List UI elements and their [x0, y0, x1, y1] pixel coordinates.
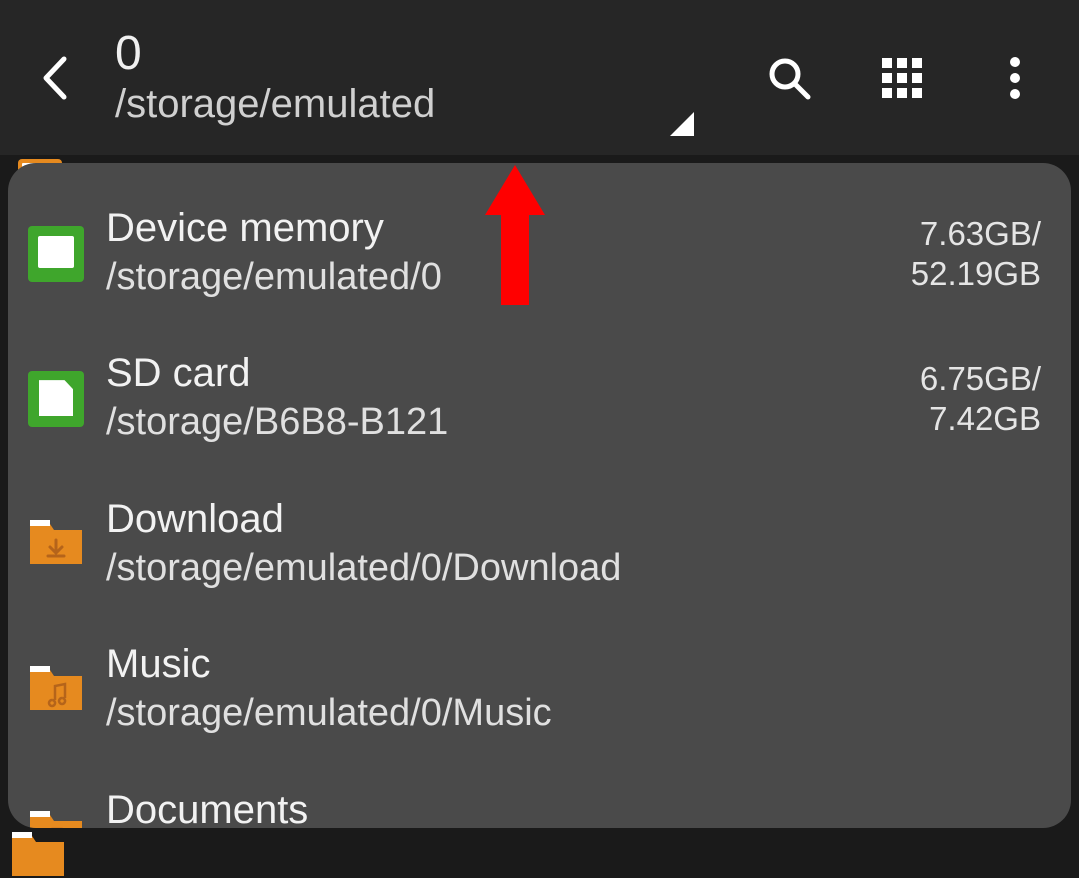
item-name: Music	[106, 641, 1051, 687]
storage-item-download[interactable]: Download /storage/emulated/0/Download	[22, 472, 1057, 617]
search-icon	[766, 55, 812, 101]
item-text: Documents /storage/emulated/0/Documents	[106, 787, 1051, 828]
storage-item-device-memory[interactable]: Device memory /storage/emulated/0 7.63GB…	[22, 181, 1057, 326]
path-dropdown[interactable]: 0 /storage/emulated	[90, 28, 765, 128]
more-menu-button[interactable]	[991, 54, 1039, 102]
item-path: /storage/B6B8-B121	[106, 398, 920, 447]
documents-folder-icon	[28, 807, 84, 828]
item-text: Device memory /storage/emulated/0	[106, 205, 911, 302]
item-size: 7.63GB/ 52.19GB	[911, 214, 1051, 293]
device-memory-icon	[28, 226, 84, 282]
storage-item-documents[interactable]: Documents /storage/emulated/0/Documents	[22, 763, 1057, 828]
item-name: SD card	[106, 350, 920, 396]
more-vert-icon	[1009, 56, 1021, 100]
storage-item-music[interactable]: Music /storage/emulated/0/Music	[22, 617, 1057, 762]
dropdown-indicator-icon	[670, 112, 694, 136]
path-subtitle: /storage/emulated	[115, 82, 765, 127]
grid-view-button[interactable]	[878, 54, 926, 102]
music-folder-icon	[28, 662, 84, 718]
top-bar: 0 /storage/emulated	[0, 0, 1079, 155]
path-title: 0	[115, 28, 765, 81]
back-icon	[40, 55, 70, 101]
item-text: Music /storage/emulated/0/Music	[106, 641, 1051, 738]
partial-folder-icon	[10, 828, 66, 878]
item-path: /storage/emulated/0/Download	[106, 544, 1051, 593]
item-size: 6.75GB/ 7.42GB	[920, 359, 1051, 438]
storage-item-sd-card[interactable]: SD card /storage/B6B8-B121 6.75GB/ 7.42G…	[22, 326, 1057, 471]
download-folder-icon	[28, 516, 84, 572]
item-name: Download	[106, 496, 1051, 542]
back-button[interactable]	[20, 43, 90, 113]
grid-icon	[880, 56, 924, 100]
item-path: /storage/emulated/0/Music	[106, 689, 1051, 738]
sd-card-icon	[28, 371, 84, 427]
item-path: /storage/emulated/0	[106, 253, 911, 302]
storage-dropdown-panel: Device memory /storage/emulated/0 7.63GB…	[8, 163, 1071, 828]
search-button[interactable]	[765, 54, 813, 102]
item-text: SD card /storage/B6B8-B121	[106, 350, 920, 447]
item-name: Device memory	[106, 205, 911, 251]
item-text: Download /storage/emulated/0/Download	[106, 496, 1051, 593]
item-name: Documents	[106, 787, 1051, 828]
top-actions	[765, 54, 1059, 102]
